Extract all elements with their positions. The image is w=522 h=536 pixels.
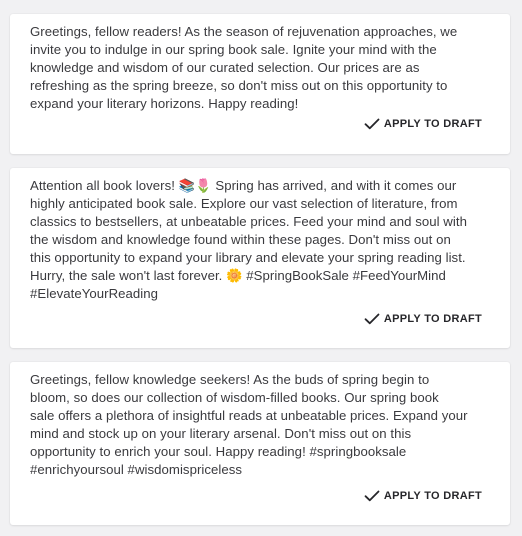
check-icon (364, 117, 380, 131)
suggestion-card: Greetings, fellow readers! As the season… (10, 14, 510, 154)
apply-to-draft-button[interactable]: APPLY TO DRAFT (364, 489, 482, 503)
apply-to-draft-label: APPLY TO DRAFT (383, 118, 482, 130)
suggestion-text: Attention all book lovers! 📚🌷 Spring has… (30, 178, 467, 301)
check-icon (364, 489, 380, 503)
apply-to-draft-label: APPLY TO DRAFT (383, 490, 482, 502)
suggestion-text: Greetings, fellow readers! As the season… (30, 24, 458, 111)
apply-to-draft-label: APPLY TO DRAFT (383, 313, 482, 325)
apply-to-draft-button[interactable]: APPLY TO DRAFT (364, 312, 482, 326)
suggestion-card: Greetings, fellow knowledge seekers! As … (10, 362, 510, 525)
apply-to-draft-button[interactable]: APPLY TO DRAFT (364, 117, 482, 131)
suggestions-feed: Greetings, fellow readers! As the season… (0, 0, 522, 536)
check-icon (364, 312, 380, 326)
suggestion-text: Greetings, fellow knowledge seekers! As … (30, 372, 468, 477)
suggestion-card: Attention all book lovers! 📚🌷 Spring has… (10, 168, 510, 348)
